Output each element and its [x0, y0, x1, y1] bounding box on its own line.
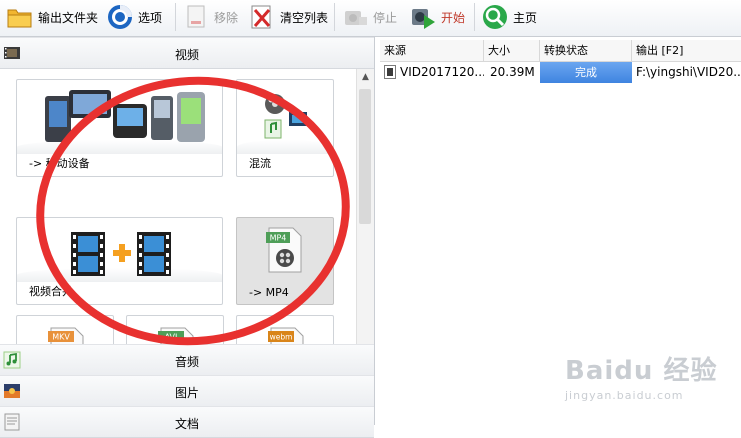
category-audio-label: 音频	[174, 355, 199, 369]
column-size[interactable]: 大小	[484, 40, 540, 61]
category-document-header[interactable]: 文档	[0, 406, 374, 438]
category-image-header[interactable]: 图片	[0, 375, 374, 407]
toolbar: 输出文件夹 选项 移除 清空列表 停止 开始 主页	[0, 0, 741, 37]
options-icon	[106, 3, 134, 31]
toolbar-separator	[175, 3, 176, 31]
tile-mp4[interactable]: MP4 -> MP4	[236, 217, 334, 305]
row-source: VID2017120...	[400, 65, 484, 79]
stop-label: 停止	[373, 10, 398, 25]
home-label: 主页	[513, 10, 538, 25]
options-button[interactable]: 选项	[106, 0, 162, 34]
home-button[interactable]: 主页	[481, 0, 537, 34]
mux-icon	[264, 94, 307, 139]
watermark-main: Baidu 经验	[565, 356, 718, 386]
category-video-header[interactable]: 视频	[0, 37, 374, 69]
tile-mux-label: 混流	[249, 157, 271, 170]
remove-icon	[182, 3, 210, 31]
watermark-sub: jingyan.baidu.com	[565, 389, 684, 402]
start-button[interactable]: 开始	[409, 0, 465, 34]
mkv-badge: MKV	[52, 333, 70, 342]
folder-icon	[6, 3, 34, 31]
category-panel: 视频 -> 移动设备 混流 视频合并 MP4 -> MP4 MKV AVI we…	[0, 37, 375, 438]
column-status[interactable]: 转换状态	[540, 40, 632, 61]
stop-icon	[341, 3, 369, 31]
mobile-devices-icon	[45, 90, 205, 142]
tile-mobile-devices[interactable]: -> 移动设备	[16, 79, 223, 177]
avi-badge: AVI	[165, 333, 178, 342]
clear-list-button[interactable]: 清空列表	[248, 0, 328, 34]
video-joiner-icon	[71, 232, 171, 276]
tile-mobile-devices-label: -> 移动设备	[29, 157, 90, 170]
start-label: 开始	[441, 10, 466, 25]
toolbar-separator	[474, 3, 475, 31]
clear-list-icon	[248, 3, 276, 31]
table-row[interactable]: VID2017120... 20.39M 完成 F:\yingshi\VID20…	[380, 62, 741, 83]
row-status: 完成	[540, 62, 632, 83]
webm-badge: webm	[270, 333, 293, 342]
tile-video-joiner[interactable]: 视频合并	[16, 217, 223, 305]
category-video-label: 视频	[174, 48, 199, 62]
toolbar-separator	[334, 3, 335, 31]
column-output[interactable]: 输出 [F2]	[632, 40, 741, 61]
stop-button[interactable]: 停止	[341, 0, 397, 34]
column-source[interactable]: 来源	[380, 40, 484, 61]
remove-label: 移除	[214, 10, 239, 25]
tile-mp4-label: -> MP4	[249, 286, 289, 299]
remove-button[interactable]: 移除	[182, 0, 238, 34]
start-icon	[409, 3, 437, 31]
scroll-up-arrow-icon[interactable]: ▲	[357, 69, 374, 85]
tiles-scrollbar[interactable]: ▲ ▼	[356, 69, 374, 377]
home-icon	[481, 3, 509, 31]
video-tiles-grid: -> 移动设备 混流 视频合并 MP4 -> MP4 MKV AVI webm	[0, 69, 356, 377]
options-label: 选项	[138, 10, 163, 25]
baidu-watermark: Baidu 经验 jingyan.baidu.com	[565, 350, 717, 402]
tile-video-joiner-label: 视频合并	[29, 285, 73, 298]
output-folder-label: 输出文件夹	[38, 10, 99, 25]
tile-mux[interactable]: 混流	[236, 79, 334, 177]
mp4-badge: MP4	[270, 234, 287, 243]
output-folder-button[interactable]: 输出文件夹	[6, 0, 98, 34]
scrollbar-thumb[interactable]	[359, 89, 371, 224]
category-image-label: 图片	[174, 386, 199, 400]
category-document-label: 文档	[174, 417, 199, 431]
mp4-file-icon: MP4	[266, 227, 302, 273]
video-file-icon	[384, 65, 398, 79]
row-output: F:\yingshi\VID20...	[636, 65, 741, 79]
category-audio-header[interactable]: 音频	[0, 344, 374, 376]
clear-list-label: 清空列表	[280, 10, 329, 25]
task-table-header: 来源 大小 转换状态 输出 [F2]	[380, 40, 741, 62]
row-size: 20.39M	[490, 65, 535, 79]
